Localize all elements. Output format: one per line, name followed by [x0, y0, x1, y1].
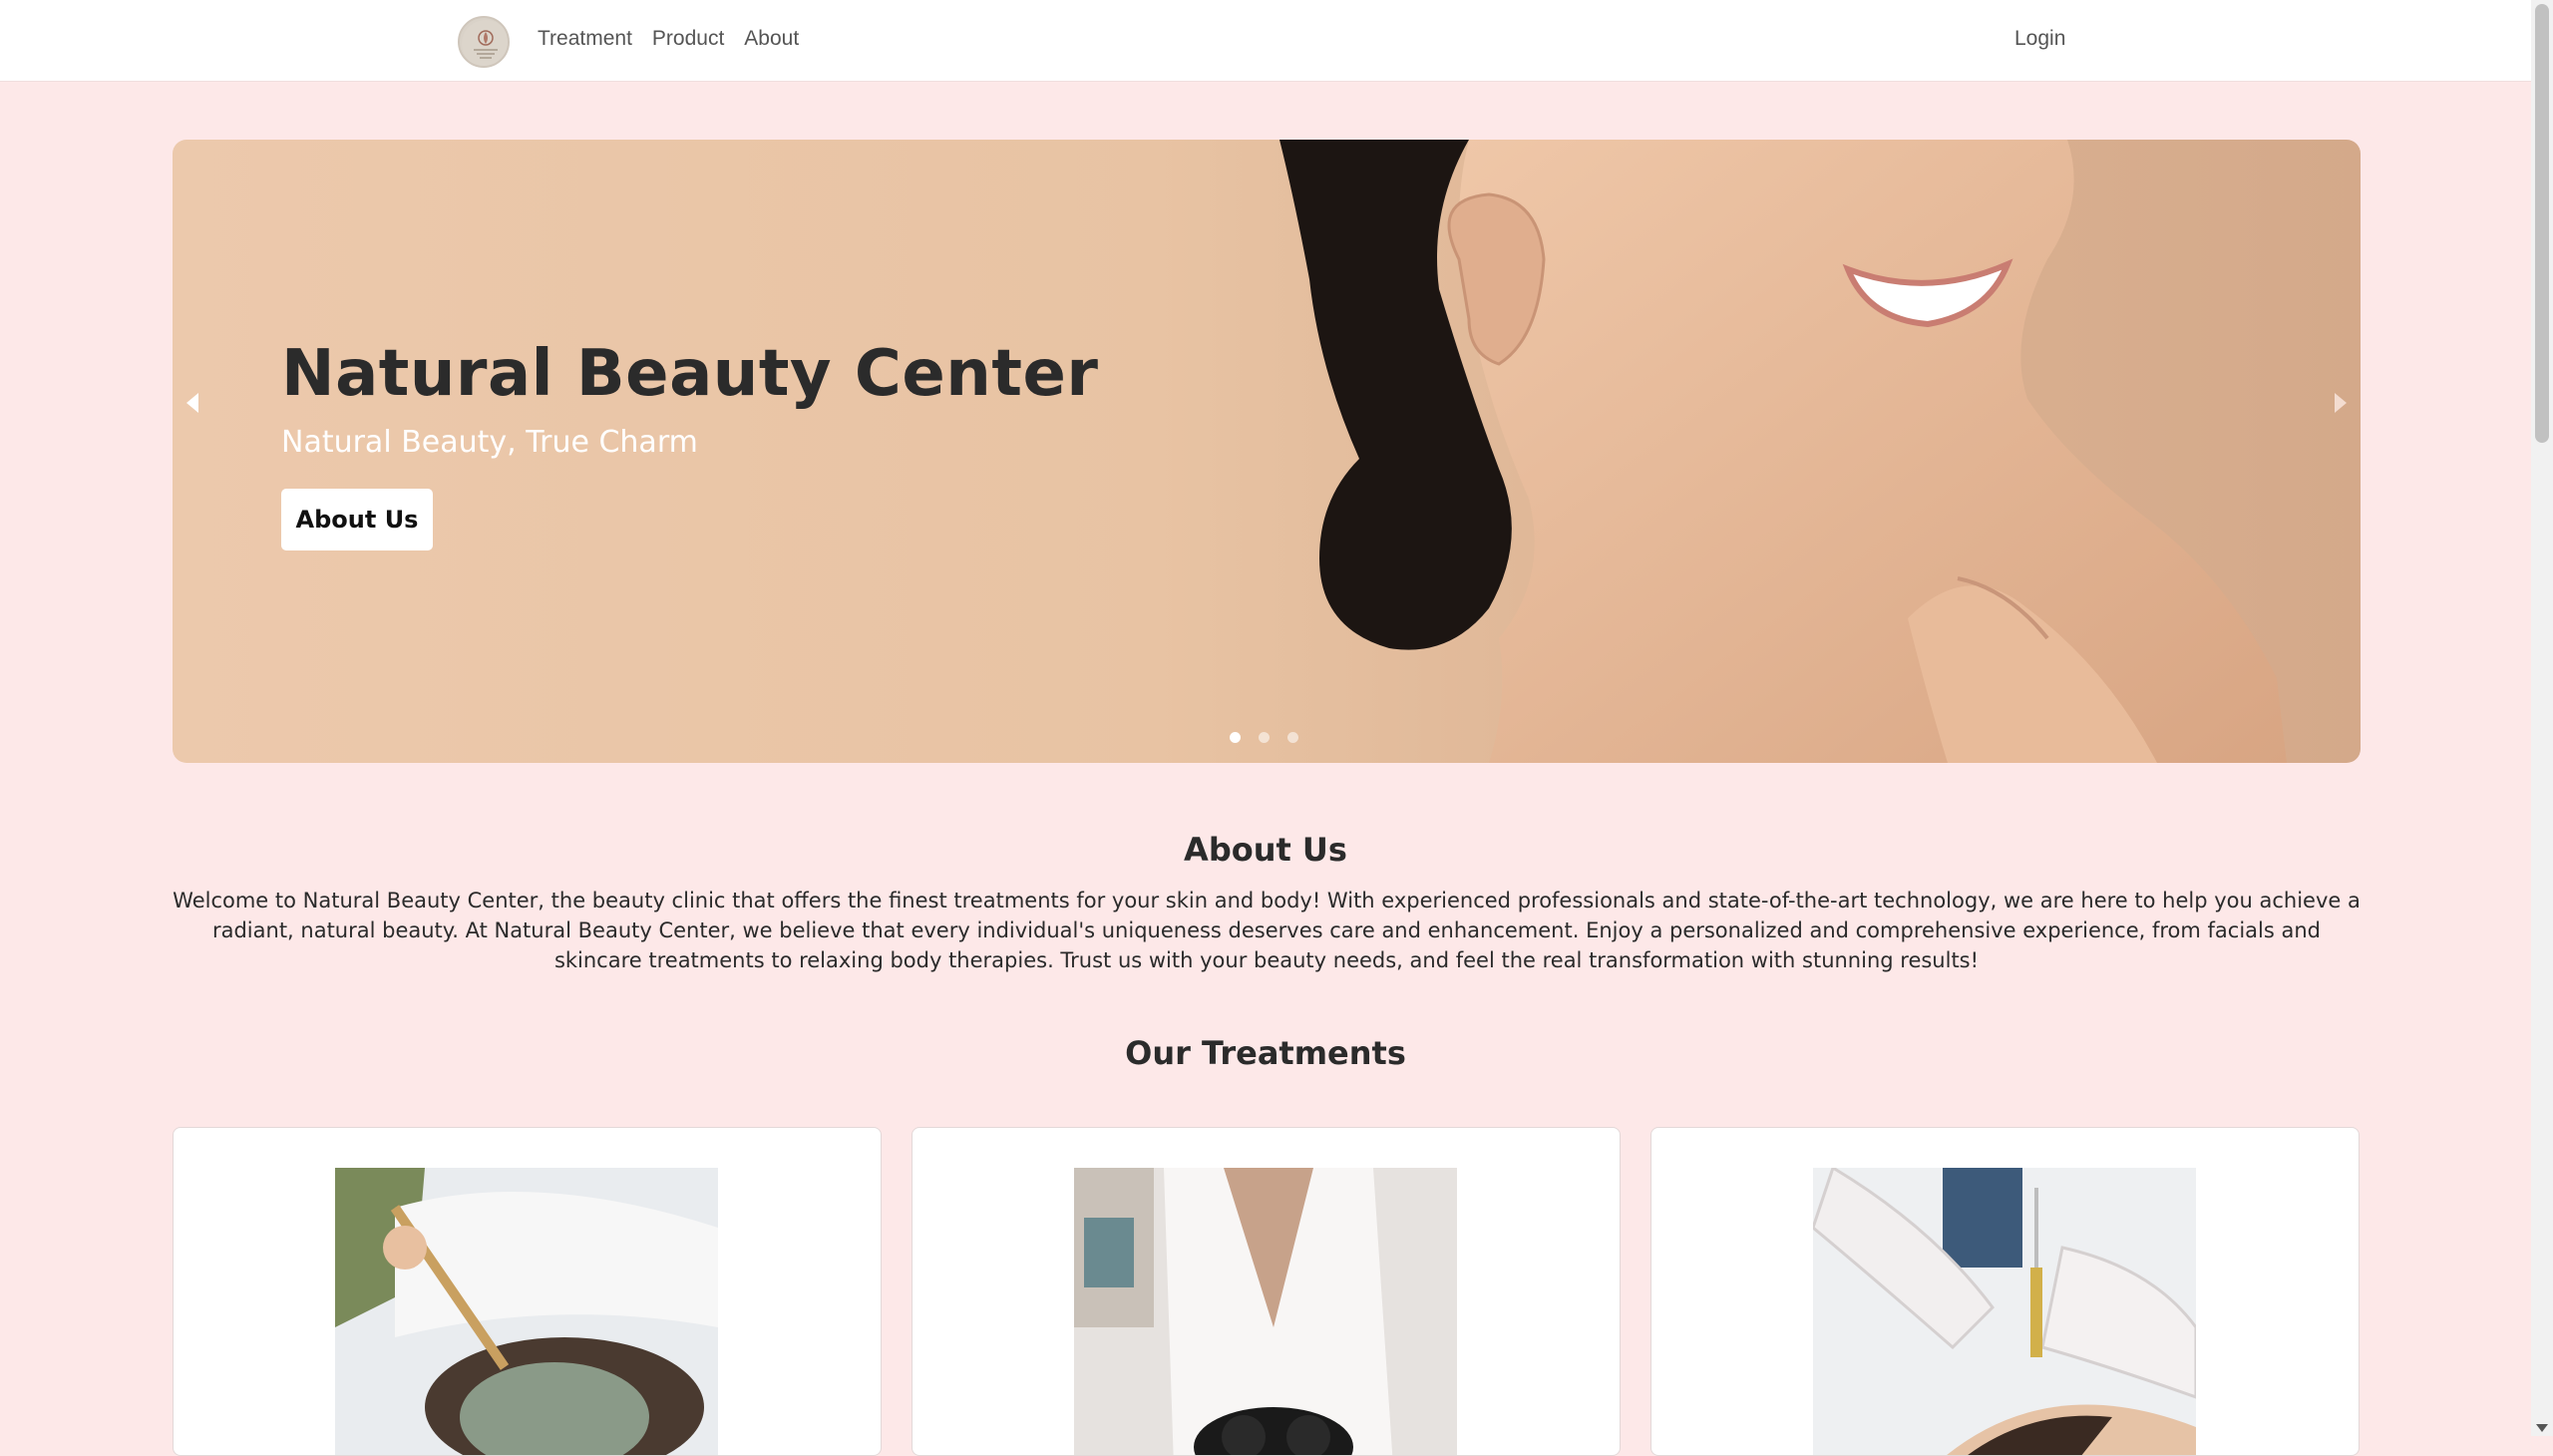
nav-links: Treatment Product About: [538, 27, 799, 51]
page-scrollbar[interactable]: [2531, 0, 2553, 1436]
nav-link-product[interactable]: Product: [652, 27, 724, 51]
login-link[interactable]: Login: [2014, 27, 2065, 51]
logo-icon[interactable]: [458, 16, 510, 68]
carousel-indicator-2[interactable]: [1259, 732, 1270, 743]
scrollbar-thumb[interactable]: [2535, 4, 2549, 443]
hero-title: Natural Beauty Center: [281, 337, 1099, 411]
treatments-title: Our Treatments: [1125, 1034, 1406, 1072]
treatment-card[interactable]: [173, 1127, 882, 1456]
scroll-down-icon[interactable]: [2536, 1424, 2548, 1432]
treatment-card[interactable]: [1650, 1127, 2360, 1456]
facial-mask-treatment-photo: [335, 1168, 718, 1455]
about-us-button[interactable]: About Us: [281, 489, 433, 550]
hero-carousel: Natural Beauty Center Natural Beauty, Tr…: [173, 140, 2361, 763]
carousel-indicator-1[interactable]: [1230, 732, 1241, 743]
chevron-right-icon[interactable]: [2325, 387, 2355, 417]
chevron-left-icon[interactable]: [179, 387, 208, 417]
injection-treatment-photo: [1813, 1168, 2196, 1455]
treatment-card[interactable]: [912, 1127, 1621, 1456]
about-text: Welcome to Natural Beauty Center, the be…: [173, 889, 2361, 972]
carousel-indicators: [1230, 732, 1298, 743]
nav-link-treatment[interactable]: Treatment: [538, 27, 632, 51]
hero-subtitle: Natural Beauty, True Charm: [281, 425, 698, 460]
carousel-indicator-3[interactable]: [1287, 732, 1298, 743]
about-title: About Us: [1184, 831, 1347, 869]
laser-treatment-photo: [1074, 1168, 1457, 1455]
nav-link-about[interactable]: About: [744, 27, 799, 51]
navbar: Treatment Product About Login: [0, 0, 2531, 82]
